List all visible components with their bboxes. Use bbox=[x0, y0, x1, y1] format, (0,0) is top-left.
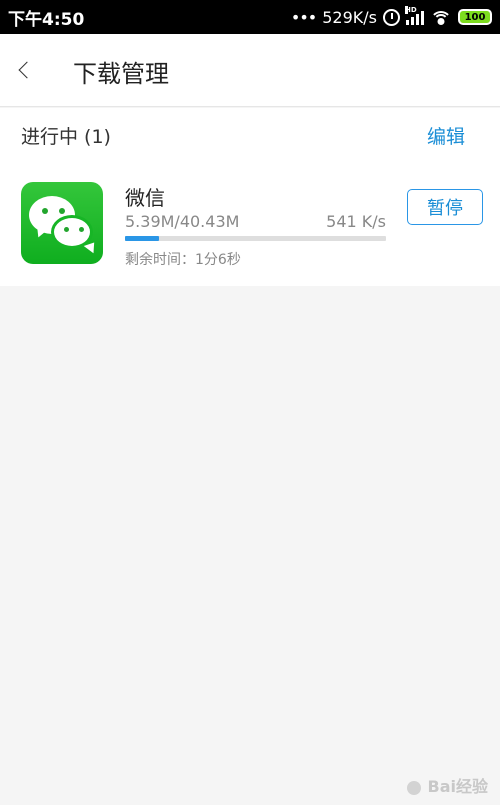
wifi-icon bbox=[430, 9, 452, 25]
section-label-in-progress: 进行中 (1) bbox=[21, 126, 111, 148]
download-list: 进行中 (1) 编辑 微信 5.39M/40.43M 541 K/s 剩余时间：… bbox=[0, 108, 500, 286]
battery-level: 100 bbox=[464, 11, 486, 23]
download-speed: 541 K/s bbox=[326, 212, 386, 231]
status-time: 下午4:50 bbox=[8, 9, 85, 30]
battery-icon: 100 bbox=[458, 9, 492, 25]
app-header: 下载管理 bbox=[0, 34, 500, 107]
hd-label: HD bbox=[405, 6, 417, 14]
paw-logo-icon bbox=[406, 780, 421, 795]
edit-button[interactable]: 编辑 bbox=[427, 122, 465, 149]
download-app-name: 微信 bbox=[125, 186, 165, 210]
status-bar: 下午4:50 ••• 529K/s HD 100 bbox=[0, 0, 500, 34]
pause-button[interactable]: 暂停 bbox=[407, 189, 483, 225]
network-speed: 529K/s bbox=[322, 7, 377, 27]
download-progress-bar bbox=[125, 236, 386, 241]
alarm-icon bbox=[383, 8, 400, 26]
back-chevron-icon[interactable] bbox=[18, 61, 36, 79]
signal-bars-icon: HD bbox=[405, 6, 424, 25]
page-title: 下载管理 bbox=[73, 60, 169, 88]
download-progress-text: 5.39M/40.43M bbox=[125, 212, 240, 231]
pause-button-label: 暂停 bbox=[427, 198, 463, 219]
remaining-time: 剩余时间：1分6秒 bbox=[125, 252, 241, 268]
watermark-text: Bai经验 bbox=[427, 777, 488, 796]
download-progress-fill bbox=[125, 236, 159, 241]
wechat-icon bbox=[21, 182, 103, 264]
status-icons: ••• 529K/s HD 100 bbox=[290, 6, 492, 27]
baidu-jingyan-watermark: Bai经验 bbox=[406, 773, 488, 797]
notification-dots-icon: ••• bbox=[290, 7, 317, 27]
